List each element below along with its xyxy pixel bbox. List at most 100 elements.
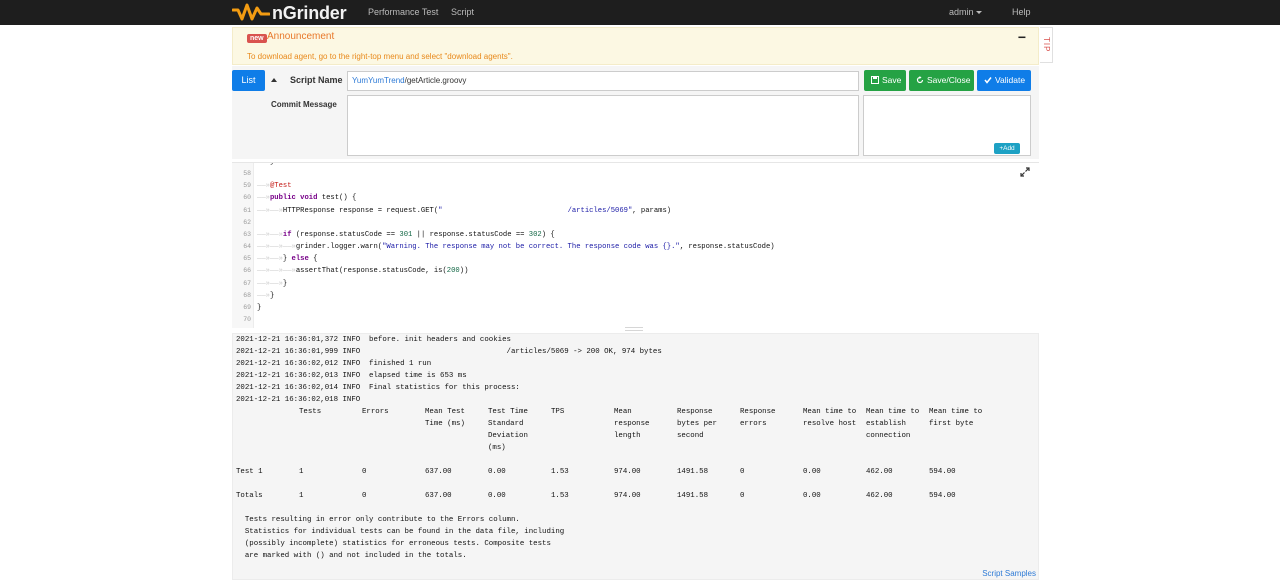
stats-header-cell: (ms) [488,444,506,452]
stats-cell: 0 [362,468,367,476]
validate-button[interactable]: Validate [977,70,1031,91]
top-navbar: nGrinder Performance Test Script admin H… [0,0,1280,25]
ngrinder-logo[interactable]: nGrinder [232,1,347,25]
stats-cell: 462.00 [866,468,893,476]
stats-header-cell: length [614,432,641,440]
stats-header-cell: Errors [362,408,389,416]
stats-header-cell: Mean [614,408,632,416]
stats-cell: 974.00 [614,468,641,476]
nav-help[interactable]: Help [1012,0,1031,25]
stats-header-cell: resolve host [803,420,857,428]
stats-header-cell: first byte [929,420,974,428]
nav-script[interactable]: Script [451,0,474,25]
code-text: ——»——»} [257,279,288,288]
code-editor[interactable]: 57 ——»} 58 59 ——»@Test 60 ——»public void test(… [232,162,1039,328]
stats-header-cell: establish [866,420,906,428]
announcement-text: To download agent, go to the right-top m… [247,52,513,61]
user-menu[interactable]: admin [949,0,982,25]
code-text: ——»} [257,291,275,300]
log-footer-line: are marked with () and not included in t… [236,552,467,560]
code-text: ——»——»HTTPResponse response = request.GE… [257,206,672,215]
editor-resize-handle[interactable] [625,327,643,331]
check-icon [984,77,992,84]
nav-performance-test[interactable]: Performance Test [368,0,438,25]
line-number: 60 [243,194,251,202]
line-number: 70 [243,315,251,323]
commit-message-label: Commit Message [271,100,337,109]
stats-row-label: Totals [236,492,263,500]
commit-message-input[interactable] [347,95,859,156]
line-number: 69 [243,303,251,311]
log-line: 2021-12-21 16:36:02,018 INFO [236,396,361,404]
collapse-button[interactable]: − [1018,29,1026,45]
code-text: ——»——»} else { [257,255,318,264]
log-footer-line: Tests resulting in error only contribute… [236,516,520,524]
stats-cell: 0.00 [803,468,821,476]
line-number: 68 [243,291,251,299]
log-line: 2021-12-21 16:36:02,012 INFO finished 1 … [236,360,432,368]
stats-header-cell: Response [740,408,776,416]
stats-header-cell: Response [677,408,713,416]
save-icon [871,76,879,84]
stats-header-cell: Mean time to [929,408,983,416]
stats-cell: 0.00 [803,492,821,500]
code-text: } [257,303,262,312]
stats-cell: 0.00 [488,468,506,476]
stats-cell: 1.53 [551,468,569,476]
stats-cell: 0 [740,492,745,500]
stats-header-cell: TPS [551,408,565,416]
stats-cell: 462.00 [866,492,893,500]
stats-cell: 0 [362,492,367,500]
stats-header-cell: bytes per [677,420,717,428]
save-close-label: Save/Close [927,75,971,85]
save-label: Save [882,75,902,85]
refresh-icon [916,76,924,84]
stats-row-label: Test 1 [236,468,263,476]
stats-header-cell: Mean time to [803,408,857,416]
script-name-label: Script Name [290,75,343,85]
expand-icon[interactable] [1020,167,1030,177]
line-number: 57 [232,163,251,168]
script-samples-link[interactable]: Script Samples [982,569,1036,578]
logo-wave-icon [232,3,270,21]
stats-header-cell: Mean time to [866,408,920,416]
stats-cell: 0.00 [488,492,506,500]
stats-cell: 1 [299,468,304,476]
stats-cell: 637.00 [425,492,452,500]
stats-cell: 0 [740,468,745,476]
code-text: ——»——»——»grinder.logger.warn("Warning. T… [257,243,775,252]
save-button[interactable]: Save [864,70,906,91]
log-footer-line: Statistics for individual tests can be f… [236,528,565,536]
line-number: 62 [243,218,251,226]
add-button[interactable]: +Add [994,143,1020,154]
stats-cell: 594.00 [929,468,956,476]
stats-header-cell: Time (ms) [425,420,465,428]
list-button[interactable]: List [232,70,265,91]
stats-cell: 637.00 [425,468,452,476]
announcement-panel: new Announcement − To download agent, go… [232,27,1039,65]
code-text: ——»@Test [257,182,292,191]
stats-cell: 1.53 [551,492,569,500]
script-path-prefix[interactable]: YumYumTrend [352,76,405,85]
stats-header-cell: Deviation [488,432,528,440]
stats-cell: 1 [299,492,304,500]
line-number: 64 [243,243,251,251]
stats-header-cell: second [677,432,704,440]
stats-header-cell: Test Time [488,408,528,416]
script-form: List Script Name YumYumTrend/getArticle.… [232,66,1039,159]
tip-tab[interactable]: TIP [1040,27,1053,63]
log-line: 2021-12-21 16:36:02,013 INFO elapsed tim… [236,372,467,380]
code-text: ——»public void test() { [257,194,357,203]
new-badge: new [247,34,267,43]
validation-log: 2021-12-21 16:36:01,372 INFO before. ini… [232,333,1039,580]
chevron-up-icon[interactable] [271,78,277,82]
line-number: 58 [243,170,251,178]
log-line: 2021-12-21 16:36:01,372 INFO before. ini… [236,336,511,344]
save-close-button[interactable]: Save/Close [909,70,974,91]
log-footer-line: (possibly incomplete) statistics for err… [236,540,551,548]
script-path-rest: /getArticle.groovy [404,76,467,85]
stats-cell: 974.00 [614,492,641,500]
line-number: 67 [243,279,251,287]
script-name-field[interactable]: YumYumTrend/getArticle.groovy [347,71,859,91]
stats-header-cell: connection [866,432,911,440]
